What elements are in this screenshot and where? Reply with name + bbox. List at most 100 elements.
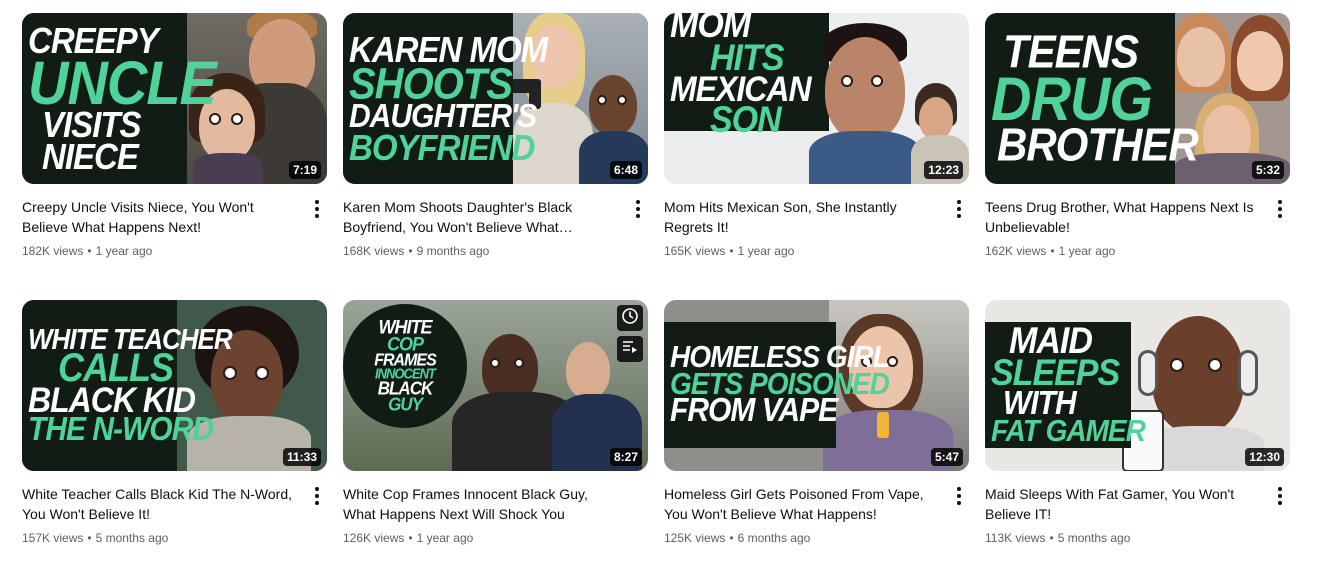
video-meta: White Cop Frames Innocent Black Guy, Wha… [343, 484, 648, 547]
upload-age: 5 months ago [95, 531, 169, 545]
video-grid: CREEPY UNCLE VISITS NIECE 7:19 Creepy Un… [22, 13, 1290, 587]
video-stats: 126K views • 1 year ago [343, 529, 620, 547]
duration-badge: 5:47 [930, 448, 963, 466]
video-title[interactable]: Mom Hits Mexican Son, She Instantly Regr… [664, 197, 941, 237]
video-title[interactable]: Karen Mom Shoots Daughter's Black Boyfri… [343, 197, 620, 237]
separator-dot: • [729, 244, 734, 258]
duration-badge: 6:48 [609, 161, 642, 179]
separator-dot: • [408, 531, 413, 545]
duration-badge: 7:19 [288, 161, 321, 179]
video-card[interactable]: CREEPY UNCLE VISITS NIECE 7:19 Creepy Un… [22, 13, 327, 300]
upload-age: 1 year ago [416, 531, 474, 545]
view-count: 126K views [343, 531, 405, 545]
separator-dot: • [729, 531, 734, 545]
separator-dot: • [87, 531, 92, 545]
view-count: 125K views [664, 531, 726, 545]
video-card[interactable]: HOMELESS GIRL GETS POISONED FROM VAPE 5:… [664, 300, 969, 587]
video-stats: 125K views • 6 months ago [664, 529, 941, 547]
video-meta: White Teacher Calls Black Kid The N-Word… [22, 484, 327, 547]
video-card[interactable]: MOM HITS MEXICAN SON 12:23 Mom Hits Mexi… [664, 13, 969, 300]
thumbnail-caption: MOM HITS MEXICAN SON [664, 13, 829, 139]
view-count: 162K views [985, 244, 1047, 258]
thumbnail-caption: CREEPY UNCLE VISITS NIECE [22, 13, 217, 184]
separator-dot: • [1049, 531, 1054, 545]
thumbnail-caption: WHITE TEACHER CALLS BLACK KID THE N-WORD [22, 300, 233, 471]
thumbnail-caption: WHITE COP FRAMES INNOCENT BLACK GUY [343, 304, 467, 428]
video-thumbnail[interactable]: MAID SLEEPS WITH FAT GAMER 12:30 [985, 300, 1290, 471]
upload-age: 9 months ago [416, 244, 490, 258]
video-card[interactable]: MAID SLEEPS WITH FAT GAMER 12:30 Maid Sl… [985, 300, 1290, 587]
add-to-queue-button[interactable] [617, 336, 643, 362]
upload-age: 6 months ago [737, 531, 811, 545]
thumbnail-caption: MAID SLEEPS WITH FAT GAMER [985, 322, 1146, 448]
video-title[interactable]: White Cop Frames Innocent Black Guy, Wha… [343, 484, 620, 524]
add-to-queue-icon [621, 338, 639, 361]
separator-dot: • [87, 244, 92, 258]
video-card[interactable]: KAREN MOM SHOOTS DAUGHTER'S BOYFRIEND 6:… [343, 13, 648, 300]
video-stats: 113K views • 5 months ago [985, 529, 1262, 547]
video-stats: 157K views • 5 months ago [22, 529, 299, 547]
caption-line: BROTHER [997, 118, 1199, 171]
video-stats: 168K views • 9 months ago [343, 242, 620, 260]
video-meta: Homeless Girl Gets Poisoned From Vape, Y… [664, 484, 969, 547]
caption-line: FAT GAMER [991, 413, 1146, 448]
video-card[interactable]: WHITE COP FRAMES INNOCENT BLACK GUY 8:27… [343, 300, 648, 587]
duration-badge: 12:30 [1245, 448, 1284, 466]
video-thumbnail[interactable]: MOM HITS MEXICAN SON 12:23 [664, 13, 969, 184]
duration-badge: 8:27 [609, 448, 642, 466]
caption-line: BOYFRIEND [349, 126, 535, 168]
video-thumbnail[interactable]: HOMELESS GIRL GETS POISONED FROM VAPE 5:… [664, 300, 969, 471]
watch-later-button[interactable] [617, 305, 643, 331]
more-actions-icon[interactable] [309, 197, 325, 221]
caption-line: THE N-WORD [28, 411, 214, 448]
duration-badge: 5:32 [1251, 161, 1284, 179]
more-actions-icon[interactable] [951, 197, 967, 221]
caption-line: SON [710, 99, 782, 142]
video-meta: Creepy Uncle Visits Niece, You Won't Bel… [22, 197, 327, 260]
view-count: 168K views [343, 244, 405, 258]
separator-dot: • [1050, 244, 1055, 258]
duration-badge: 12:23 [924, 161, 963, 179]
video-meta: Teens Drug Brother, What Happens Next Is… [985, 197, 1290, 260]
upload-age: 5 months ago [1057, 531, 1131, 545]
caption-line: GUY [388, 393, 423, 415]
video-thumbnail[interactable]: CREEPY UNCLE VISITS NIECE 7:19 [22, 13, 327, 184]
video-thumbnail[interactable]: KAREN MOM SHOOTS DAUGHTER'S BOYFRIEND 6:… [343, 13, 648, 184]
thumbnail-caption: HOMELESS GIRL GETS POISONED FROM VAPE [664, 322, 890, 448]
more-actions-icon[interactable] [1272, 484, 1288, 508]
upload-age: 1 year ago [737, 244, 795, 258]
more-actions-icon[interactable] [630, 197, 646, 221]
video-thumbnail[interactable]: WHITE TEACHER CALLS BLACK KID THE N-WORD… [22, 300, 327, 471]
video-card[interactable]: WHITE TEACHER CALLS BLACK KID THE N-WORD… [22, 300, 327, 587]
caption-line: NIECE [42, 135, 139, 177]
video-title[interactable]: White Teacher Calls Black Kid The N-Word… [22, 484, 299, 524]
thumbnail-caption: KAREN MOM SHOOTS DAUGHTER'S BOYFRIEND [343, 13, 548, 184]
video-title[interactable]: Homeless Girl Gets Poisoned From Vape, Y… [664, 484, 941, 524]
video-meta: Mom Hits Mexican Son, She Instantly Regr… [664, 197, 969, 260]
caption-line: FROM VAPE [670, 392, 838, 429]
duration-badge: 11:33 [282, 448, 321, 466]
video-stats: 162K views • 1 year ago [985, 242, 1262, 260]
video-title[interactable]: Creepy Uncle Visits Niece, You Won't Bel… [22, 197, 299, 237]
view-count: 157K views [22, 531, 84, 545]
upload-age: 1 year ago [1058, 244, 1116, 258]
video-card[interactable]: TEENS DRUG BROTHER 5:32 Teens Drug Broth… [985, 13, 1290, 300]
view-count: 113K views [985, 531, 1046, 545]
video-meta: Karen Mom Shoots Daughter's Black Boyfri… [343, 197, 648, 260]
clock-icon [621, 307, 639, 330]
more-actions-icon[interactable] [309, 484, 325, 508]
view-count: 182K views [22, 244, 84, 258]
thumbnail-caption: TEENS DRUG BROTHER [985, 13, 1199, 184]
video-title[interactable]: Maid Sleeps With Fat Gamer, You Won't Be… [985, 484, 1262, 524]
separator-dot: • [408, 244, 413, 258]
more-actions-icon[interactable] [1272, 197, 1288, 221]
video-stats: 182K views • 1 year ago [22, 242, 299, 260]
upload-age: 1 year ago [95, 244, 153, 258]
video-stats: 165K views • 1 year ago [664, 242, 941, 260]
more-actions-icon[interactable] [951, 484, 967, 508]
video-meta: Maid Sleeps With Fat Gamer, You Won't Be… [985, 484, 1290, 547]
view-count: 165K views [664, 244, 726, 258]
video-thumbnail[interactable]: WHITE COP FRAMES INNOCENT BLACK GUY 8:27 [343, 300, 648, 471]
video-title[interactable]: Teens Drug Brother, What Happens Next Is… [985, 197, 1262, 237]
video-thumbnail[interactable]: TEENS DRUG BROTHER 5:32 [985, 13, 1290, 184]
